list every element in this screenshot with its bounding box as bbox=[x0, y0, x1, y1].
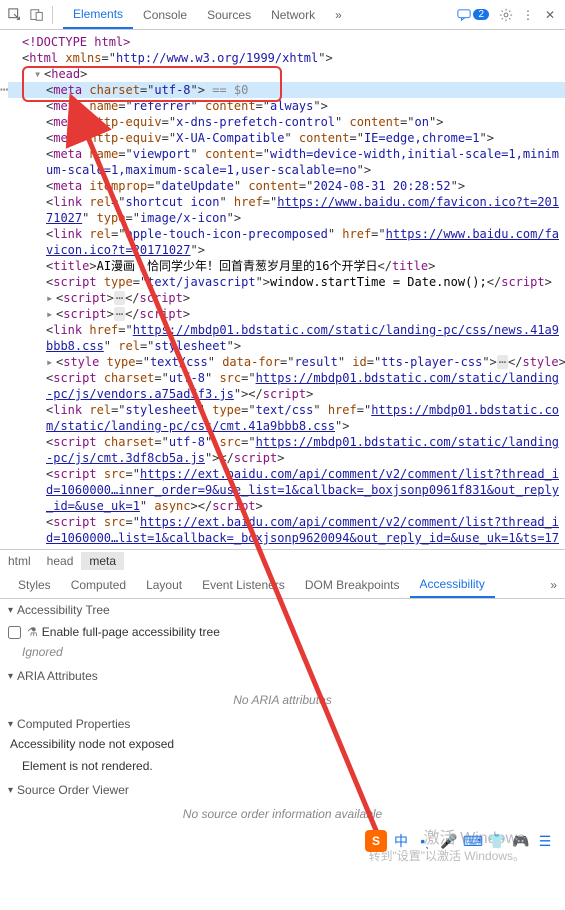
not-rendered-label: Element is not rendered. bbox=[0, 757, 565, 779]
message-icon bbox=[457, 8, 471, 22]
devtools-toolbar: Elements Console Sources Network » 2 ⋮ ✕ bbox=[0, 0, 565, 30]
subtab-event-listeners[interactable]: Event Listeners bbox=[192, 571, 295, 598]
meta-viewport-node[interactable]: <meta name="viewport" content="width=dev… bbox=[8, 146, 565, 178]
flask-icon: ⚗ bbox=[27, 625, 38, 639]
ime-keyboard-icon[interactable]: ⌨ bbox=[463, 831, 483, 851]
expand-toggle-icon[interactable] bbox=[34, 66, 44, 82]
tab-network[interactable]: Network bbox=[261, 0, 325, 29]
tab-console[interactable]: Console bbox=[133, 0, 197, 29]
elements-subtabs: Styles Computed Layout Event Listeners D… bbox=[0, 571, 565, 599]
script-vendors-node[interactable]: <script charset="utf-8" src="https://mbd… bbox=[8, 370, 565, 402]
link-touch-node[interactable]: <link rel="apple-touch-icon-precomposed"… bbox=[8, 226, 565, 258]
section-source-order[interactable]: ▾Source Order Viewer bbox=[0, 779, 565, 801]
expand-toggle-icon[interactable] bbox=[46, 290, 56, 306]
kebab-menu-icon[interactable]: ⋮ bbox=[517, 4, 539, 26]
no-source-order-note: No source order information available bbox=[0, 801, 565, 827]
not-exposed-label: Accessibility node not exposed bbox=[0, 735, 565, 757]
expand-toggle-icon[interactable] bbox=[46, 354, 56, 370]
subtab-accessibility[interactable]: Accessibility bbox=[410, 571, 495, 598]
meta-dateupdate-node[interactable]: <meta itemprop="dateUpdate" content="202… bbox=[8, 178, 565, 194]
script-collapsed-node[interactable]: <script>⋯</script> bbox=[8, 290, 565, 306]
ime-toolbox-icon[interactable]: 🎮 bbox=[511, 831, 531, 851]
settings-icon[interactable] bbox=[495, 4, 517, 26]
elements-dom-tree[interactable]: <!DOCTYPE html> <html xmlns="http://www.… bbox=[0, 30, 565, 549]
html-node[interactable]: <html xmlns="http://www.w3.org/1999/xhtm… bbox=[8, 50, 565, 66]
tabs-overflow-icon[interactable]: » bbox=[325, 0, 352, 29]
main-tabs: Elements Console Sources Network » bbox=[57, 0, 451, 29]
breadcrumb-head[interactable]: head bbox=[39, 552, 82, 570]
script-api2-node[interactable]: <script src="https://ext.baidu.com/api/c… bbox=[8, 514, 565, 549]
head-node[interactable]: <head> bbox=[8, 66, 565, 82]
ime-more-icon[interactable]: ☰ bbox=[535, 831, 555, 851]
no-aria-note: No ARIA attributes bbox=[0, 687, 565, 713]
link-cmt-node[interactable]: <link rel="stylesheet" type="text/css" h… bbox=[8, 402, 565, 434]
expand-toggle-icon[interactable] bbox=[46, 306, 56, 322]
script-starttime-node[interactable]: <script type="text/javascript">window.st… bbox=[8, 274, 565, 290]
device-toggle-icon[interactable] bbox=[26, 4, 48, 26]
tab-elements[interactable]: Elements bbox=[63, 0, 133, 29]
divider bbox=[52, 6, 53, 24]
subtab-computed[interactable]: Computed bbox=[61, 571, 136, 598]
full-page-tree-label: Enable full-page accessibility tree bbox=[42, 625, 220, 639]
full-page-tree-checkbox[interactable] bbox=[8, 626, 21, 639]
full-page-tree-row: ⚗ Enable full-page accessibility tree bbox=[0, 621, 565, 643]
ignored-label: Ignored bbox=[0, 643, 565, 665]
subtabs-overflow-icon[interactable]: » bbox=[550, 578, 565, 592]
sogou-icon[interactable]: S bbox=[365, 830, 387, 852]
meta-prefetch-node[interactable]: <meta http-equiv="x-dns-prefetch-control… bbox=[8, 114, 565, 130]
link-news-node[interactable]: <link href="https://mbdp01.bdstatic.com/… bbox=[8, 322, 565, 354]
breadcrumb: html head meta bbox=[0, 549, 565, 571]
section-accessibility-tree[interactable]: ▾Accessibility Tree bbox=[0, 599, 565, 621]
ime-lang-icon[interactable]: 中 bbox=[391, 831, 411, 851]
breadcrumb-html[interactable]: html bbox=[0, 552, 39, 570]
close-icon[interactable]: ✕ bbox=[539, 4, 561, 26]
inspect-icon[interactable] bbox=[4, 4, 26, 26]
subtab-dom-breakpoints[interactable]: DOM Breakpoints bbox=[295, 571, 410, 598]
message-count: 2 bbox=[473, 9, 489, 20]
meta-referrer-node[interactable]: <meta name="referrer" content="always"> bbox=[8, 98, 565, 114]
breadcrumb-meta[interactable]: meta bbox=[81, 552, 124, 570]
meta-charset-node[interactable]: <meta charset="utf-8"> == $0 bbox=[8, 82, 565, 98]
script-cmt-node[interactable]: <script charset="utf-8" src="https://mbd… bbox=[8, 434, 565, 466]
style-tts-node[interactable]: <style type="text/css" data-for="result"… bbox=[8, 354, 565, 370]
section-aria-attributes[interactable]: ▾ARIA Attributes bbox=[0, 665, 565, 687]
link-favicon-node[interactable]: <link rel="shortcut icon" href="https://… bbox=[8, 194, 565, 226]
console-message-badge[interactable]: 2 bbox=[451, 8, 495, 22]
meta-uacompat-node[interactable]: <meta http-equiv="X-UA-Compatible" conte… bbox=[8, 130, 565, 146]
section-computed-properties[interactable]: ▾Computed Properties bbox=[0, 713, 565, 735]
ime-skin-icon[interactable]: 👕 bbox=[487, 831, 507, 851]
ime-punct-icon[interactable]: •ˎ bbox=[415, 831, 435, 851]
subtab-styles[interactable]: Styles bbox=[8, 571, 61, 598]
subtab-layout[interactable]: Layout bbox=[136, 571, 192, 598]
tab-sources[interactable]: Sources bbox=[197, 0, 261, 29]
script-api1-node[interactable]: <script src="https://ext.baidu.com/api/c… bbox=[8, 466, 565, 514]
doctype-node[interactable]: <!DOCTYPE html> bbox=[8, 34, 565, 50]
script-collapsed-node[interactable]: <script>⋯</script> bbox=[8, 306, 565, 322]
ime-toolbar: S 中 •ˎ 🎤 ⌨ 👕 🎮 ☰ bbox=[365, 830, 555, 852]
accessibility-panel: ▾Accessibility Tree ⚗ Enable full-page a… bbox=[0, 599, 565, 827]
title-node[interactable]: <title>AI漫画丨恰同学少年！回首青葱岁月里的16个开学日</title> bbox=[8, 258, 565, 274]
ime-voice-icon[interactable]: 🎤 bbox=[439, 831, 459, 851]
